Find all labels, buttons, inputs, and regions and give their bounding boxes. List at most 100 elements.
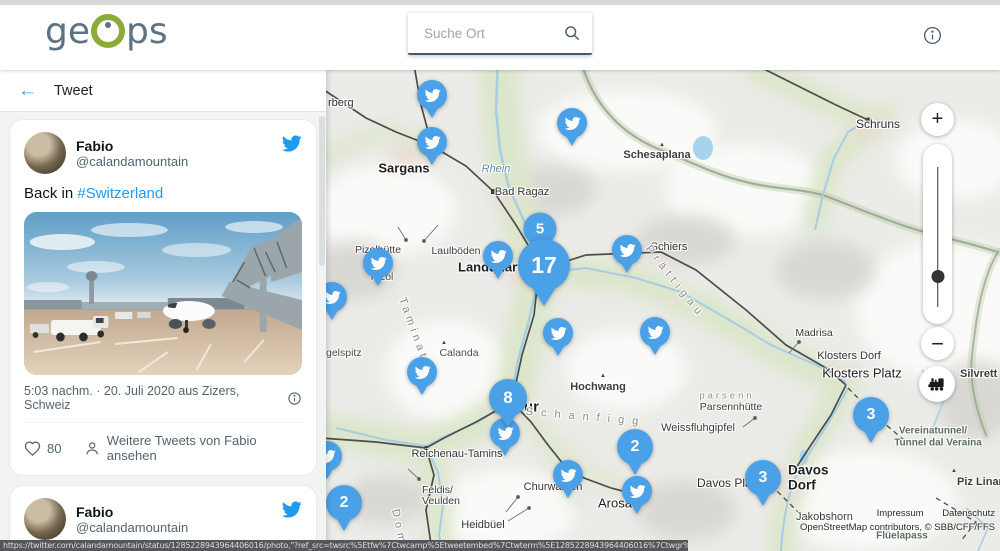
map-label-laulböden: Laulböden: [431, 245, 480, 257]
tweet-text: Back in #Switzerland: [24, 185, 302, 202]
cluster-pin-3[interactable]: 3: [853, 397, 889, 433]
tweet-pin[interactable]: [417, 127, 447, 157]
heart-icon: [24, 440, 41, 457]
tweet-author: Fabio: [76, 138, 188, 154]
map-label-schruns: Schruns: [856, 117, 900, 131]
map-label-hochwang: Hochwang: [570, 381, 626, 393]
info-icon[interactable]: [922, 25, 943, 46]
map-label-klosters-dorf: Klosters Dorf: [817, 350, 881, 362]
zoom-slider-handle[interactable]: [931, 270, 944, 283]
map-label-vereinatunnel-: Vereinatunnel/: [899, 426, 967, 437]
tweet-pin[interactable]: [557, 108, 587, 138]
twitter-bird-icon: [490, 248, 507, 265]
map-label-madrisa: Madrisa: [795, 327, 832, 339]
twitter-bird-icon[interactable]: [281, 499, 302, 525]
cluster-pin-8[interactable]: 8: [489, 379, 527, 417]
sidebar-header: ← Tweet: [0, 70, 326, 112]
map-label-schesaplana: Schesaplana: [623, 149, 690, 161]
twitter-bird-icon[interactable]: [281, 133, 302, 159]
map-label-rberg: rberg: [328, 97, 354, 109]
tweet-photo-airport[interactable]: [24, 212, 302, 375]
cluster-pin-2[interactable]: 2: [617, 429, 653, 465]
map-label-reichenau-tamins: Reichenau-Tamins: [411, 448, 502, 460]
sidebar-scrollbar[interactable]: [319, 116, 325, 266]
map-label-heidbüel: Heidbüel: [461, 519, 504, 531]
map-label-weissfluhgipfel: Weissfluhgipfel: [661, 422, 735, 434]
map-label-calanda: Calanda: [439, 347, 478, 359]
search-icon[interactable]: [562, 23, 582, 43]
twitter-bird-icon: [370, 255, 387, 272]
cluster-pin-17[interactable]: 17: [518, 239, 570, 291]
cluster-count: 8: [503, 388, 512, 408]
twitter-bird-icon: [424, 134, 441, 151]
map-attribution: Impressum Datenschutz OpenStreetMap cont…: [800, 508, 995, 533]
zoom-slider[interactable]: [923, 144, 952, 324]
logo-text-post: ps: [126, 13, 168, 51]
cluster-count: 2: [631, 438, 640, 456]
cluster-count: 3: [759, 469, 768, 487]
cluster-pin-2[interactable]: 2: [326, 485, 362, 521]
tweet-timestamp: 5:03 nachm. · 20. Juli 2020 aus Zizers, …: [24, 384, 287, 412]
geops-logo[interactable]: geps: [45, 13, 168, 51]
zoom-out-button[interactable]: −: [921, 327, 954, 360]
window-top-strip: [0, 0, 1000, 5]
avatar[interactable]: [24, 132, 66, 174]
cluster-count: 17: [531, 252, 557, 279]
twitter-bird-icon: [550, 325, 567, 342]
map-label-rhein: Rhein: [482, 163, 511, 175]
more-tweets-link[interactable]: Weitere Tweets von Fabio ansehen: [84, 433, 302, 463]
twitter-bird-icon: [326, 289, 341, 306]
tweet-pin[interactable]: [543, 318, 573, 348]
tweet-pin[interactable]: [363, 248, 393, 278]
cluster-count: 2: [340, 494, 349, 512]
tweet-card[interactable]: Fabio @calandamountain Back in #Switzerl…: [9, 119, 317, 476]
map-label-parsennhütte: Parsennhütte: [700, 401, 762, 413]
logo-text-pre: ge: [45, 13, 90, 51]
tweet-sidebar: ← Tweet Fabio @calandamountain Back in #…: [0, 70, 326, 551]
copyright-text: OpenStreetMap contributors, © SBB/CFF/FF…: [800, 522, 995, 533]
twitter-bird-icon: [560, 467, 577, 484]
twitter-bird-icon: [629, 483, 646, 500]
map-canvas[interactable]: rbergSargansRheinBad Ragaz▲SchesaplanaSc…: [326, 70, 1000, 551]
more-tweets-label: Weitere Tweets von Fabio ansehen: [107, 433, 302, 463]
sidebar-scroll[interactable]: Fabio @calandamountain Back in #Switzerl…: [0, 112, 326, 551]
tweet-pin[interactable]: [622, 476, 652, 506]
tweet-pin[interactable]: [417, 80, 447, 110]
tweet-info-icon[interactable]: [287, 391, 302, 406]
twitter-bird-icon: [424, 87, 441, 104]
impressum-link[interactable]: Impressum: [877, 508, 924, 519]
link-status-bar: https://twitter.com/calandamountain/stat…: [0, 540, 688, 551]
map-label-dorf: Dorf: [788, 478, 816, 493]
tweet-handle: @calandamountain: [76, 520, 188, 535]
map-label--: ▲: [659, 142, 665, 148]
map-label-veulden: Veulden: [422, 495, 460, 507]
map-label-gelspitz: gelspitz: [326, 347, 362, 359]
place-search[interactable]: [408, 13, 592, 55]
search-input[interactable]: [422, 25, 562, 42]
train-icon: [927, 374, 948, 395]
tweet-pin[interactable]: [553, 460, 583, 490]
tweet-pin[interactable]: [483, 241, 513, 271]
back-arrow-icon[interactable]: ←: [18, 81, 37, 100]
twitter-bird-icon: [414, 364, 431, 381]
avatar[interactable]: [24, 498, 66, 540]
map-label-bad-ragaz: Bad Ragaz: [495, 186, 549, 198]
tweet-pin[interactable]: [612, 235, 642, 265]
train-layer-button[interactable]: [919, 366, 955, 402]
tweet-pin[interactable]: [640, 317, 670, 347]
tweet-pin[interactable]: [407, 357, 437, 387]
map-label-davos: Davos: [788, 463, 829, 478]
tweet-handle: @calandamountain: [76, 154, 188, 169]
hashtag-link[interactable]: #Switzerland: [77, 185, 163, 202]
datenschutz-link[interactable]: Datenschutz: [942, 508, 995, 519]
sidebar-title: Tweet: [54, 83, 93, 99]
map-label-piz-linar: Piz Linar: [957, 476, 1000, 488]
twitter-bird-icon: [564, 115, 581, 132]
zoom-in-button[interactable]: +: [921, 103, 954, 136]
like-action[interactable]: 80: [24, 440, 61, 457]
twitter-bird-icon: [647, 324, 664, 341]
map-label--: ▲: [600, 373, 606, 379]
zoom-slider-track: [937, 167, 939, 307]
twitter-bird-icon: [619, 242, 636, 259]
cluster-pin-3[interactable]: 3: [745, 460, 781, 496]
